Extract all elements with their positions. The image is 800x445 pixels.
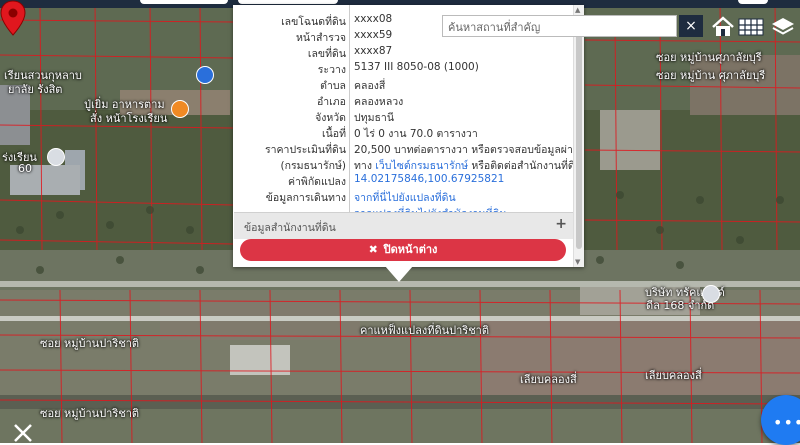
close-label: ปิดหน้าต่าง (383, 243, 438, 256)
scroll-up-icon[interactable]: ▲ (575, 6, 580, 14)
land-office-section[interactable]: ข้อมูลสำนักงานที่ดิน + (234, 212, 573, 239)
more-dots-icon: ••• (773, 413, 800, 432)
tools-icon[interactable] (12, 422, 34, 443)
top-bar-field (738, 0, 768, 4)
section-title: ข้อมูลสำนักงานที่ดิน (244, 222, 336, 234)
clear-search-button[interactable]: × (679, 15, 703, 37)
place-search-input[interactable] (443, 17, 678, 38)
home-icon[interactable] (710, 14, 736, 40)
place-label-parcel: คาแหฟ็งแปลงที่ดินปาริชาติ (360, 324, 489, 337)
lock-poi-icon[interactable] (196, 66, 214, 84)
street-label-supalai-2: ซอย หมู่บ้าน ศุภาลัยบุรี (656, 69, 766, 82)
street-label-parichat-2: ซอย หมู่บ้านปาริชาติ (40, 407, 140, 420)
street-label-parichat-1: ซอย หมู่บ้านปาริชาติ (40, 337, 140, 350)
close-window-button[interactable]: ✖ ปิดหน้าต่าง (240, 239, 566, 261)
location-pin-icon[interactable] (0, 0, 26, 36)
street-label-liap-khlong-4-a: เลียบคลองสี่ (520, 373, 577, 386)
layers-icon[interactable] (770, 14, 796, 40)
company-poi-icon[interactable] (702, 285, 720, 303)
top-bar-field (238, 0, 338, 4)
popup-scrollbar[interactable]: ▲ ▼ (573, 5, 584, 267)
place-label-restaurant-2: สั่ง หน้าโรงเรียน (90, 112, 168, 125)
row-value: 5137 III 8050-08 (1000) (354, 61, 479, 73)
grid-table-icon[interactable] (738, 14, 764, 40)
street-label-liap-khlong-4-b: เลียบคลองสี่ (645, 369, 702, 382)
popup-pointer (385, 266, 413, 282)
row-value: xxxx87 (354, 45, 393, 57)
place-label-rangsit: ยาลัย รังสิต (8, 83, 63, 96)
row-value: xxxx59 (354, 29, 393, 41)
plus-icon[interactable]: + (555, 216, 567, 232)
scroll-down-icon[interactable]: ▼ (575, 258, 580, 266)
top-bar-field (140, 0, 228, 4)
school-poi-icon[interactable] (47, 148, 65, 166)
parcel-info-popup: เลขโฉนดที่ดิน xxxx08 หน้าสำรวจ xxxx59 เลขท… (233, 5, 584, 267)
scroll-thumb[interactable] (576, 19, 582, 249)
coordinates-link[interactable]: 14.02175846,100.67925821 (354, 173, 504, 185)
place-search-box[interactable] (442, 15, 678, 38)
row-value: xxxx08 (354, 13, 393, 25)
place-label-60: 60 (18, 162, 32, 175)
street-label-supalai-1: ซอย หมู่บ้านศุภาลัยบุรี (656, 51, 762, 64)
close-x-icon: ✖ (368, 243, 378, 256)
restaurant-poi-icon[interactable] (171, 100, 189, 118)
